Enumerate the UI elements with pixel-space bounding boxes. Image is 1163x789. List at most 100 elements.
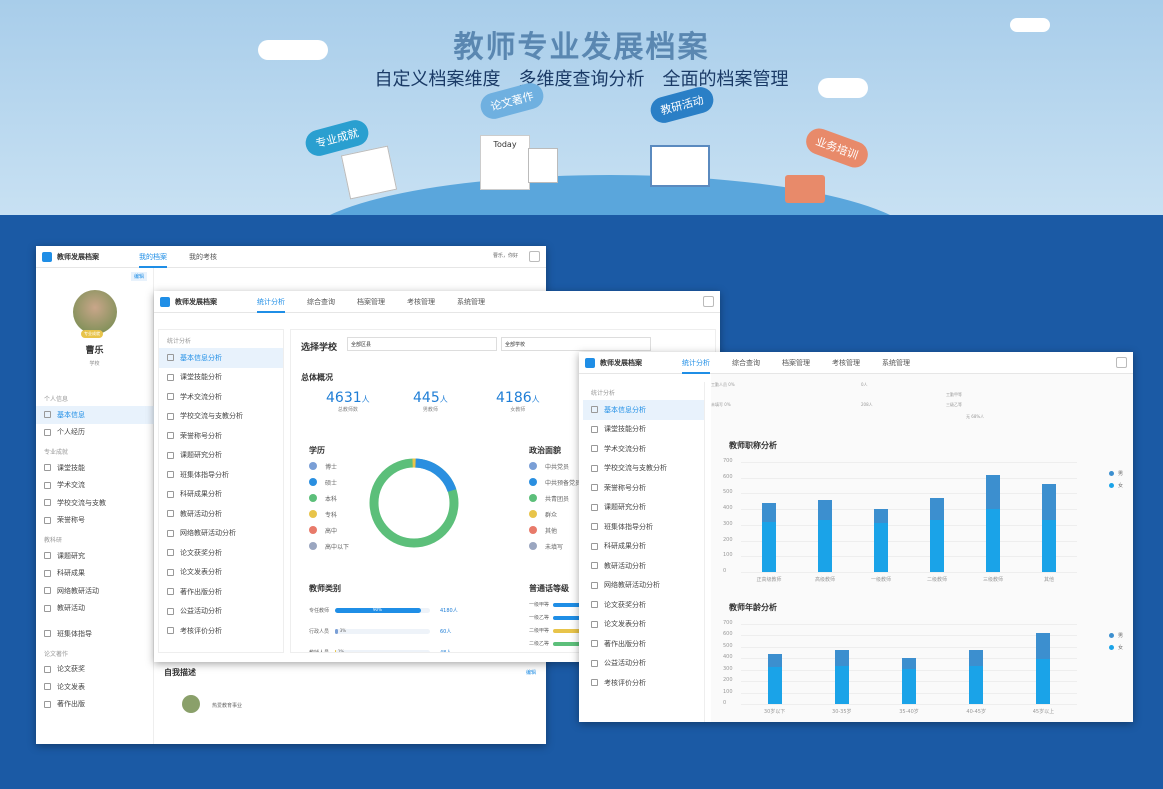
sidebar-item-icon [44, 499, 51, 507]
small-avatar [182, 695, 200, 713]
menu-item[interactable]: 基本信息分析 [159, 348, 283, 368]
sidebar-item[interactable]: 网络教研活动 [36, 582, 154, 600]
calendar-grid-icon [528, 148, 558, 183]
x-tick-label: 30岁以下 [763, 709, 786, 715]
sidebar-item[interactable]: 论文发表 [36, 678, 154, 696]
menu-item[interactable]: 网络教研活动分析 [583, 576, 704, 596]
legend-dot [529, 542, 537, 550]
sidebar-item[interactable]: 论文获奖 [36, 661, 154, 679]
menu-item-label: 论文发表分析 [180, 568, 222, 577]
legend-item: 高中以下 [309, 538, 349, 554]
tab-archive[interactable]: 档案管理 [357, 291, 385, 313]
menu-item-icon [591, 406, 598, 414]
menu-item[interactable]: 学校交流与支教分析 [583, 459, 704, 479]
menu-item[interactable]: 科研成果分析 [583, 537, 704, 557]
menu-item[interactable]: 班集体指导分析 [583, 517, 704, 537]
menu-item[interactable]: 著作出版分析 [159, 582, 283, 602]
legend-label: 博士 [325, 463, 338, 471]
sidebar-item[interactable]: 学校交流与支教 [36, 494, 154, 512]
menu-item[interactable]: 论文获奖分析 [583, 595, 704, 615]
menu-item-label: 教研活动分析 [180, 509, 222, 518]
legend-label: 共青团员 [545, 495, 570, 503]
menu-item-label: 基本信息分析 [604, 405, 646, 414]
menu-item[interactable]: 课堂技能分析 [583, 420, 704, 440]
bar-male [986, 474, 1000, 510]
tab-assessment[interactable]: 考核管理 [832, 352, 860, 374]
menu-item[interactable]: 著作出版分析 [583, 634, 704, 654]
menu-item[interactable]: 科研成果分析 [159, 485, 283, 505]
home-icon[interactable] [703, 296, 714, 307]
sidebar-item-icon [44, 665, 51, 673]
sidebar-item[interactable]: 基本信息 [36, 406, 154, 424]
grid-line [741, 540, 1077, 542]
legend-label: 未填写 [545, 543, 564, 551]
menu-item[interactable]: 教研活动分析 [583, 556, 704, 576]
menu-item[interactable]: 学术交流分析 [583, 439, 704, 459]
sidebar-item-icon [44, 604, 51, 612]
menu-item[interactable]: 论文发表分析 [583, 615, 704, 635]
kpi-label: 总教师数 [337, 407, 358, 413]
hero-banner: 教师专业发展档案 自定义档案维度 多维度查询分析 全面的档案管理 论文著作 教研… [0, 0, 1163, 215]
tab-query[interactable]: 综合查询 [307, 291, 335, 313]
sidebar-item[interactable]: 科研成果 [36, 565, 154, 583]
sidebar-item[interactable]: 个人经历 [36, 424, 154, 442]
politics-title: 政治面貌 [529, 446, 561, 455]
tab-statistics[interactable]: 统计分析 [257, 291, 285, 313]
school-select[interactable]: 全部学校 [501, 337, 651, 351]
tab-query[interactable]: 综合查询 [732, 352, 760, 374]
sidebar-item[interactable]: 班集体指导 [36, 625, 154, 643]
sidebar-item[interactable]: 荣誉称号 [36, 512, 154, 530]
legend-dot [309, 526, 317, 534]
tab-my-assessment[interactable]: 我的考核 [189, 246, 217, 268]
sidebar-item[interactable]: 学术交流 [36, 477, 154, 495]
sidebar-item[interactable]: 教研活动 [36, 600, 154, 618]
menu-item[interactable]: 公益活动分析 [159, 602, 283, 622]
menu-item-label: 网络教研活动分析 [604, 581, 660, 590]
menu-item[interactable]: 课堂技能分析 [159, 368, 283, 388]
tab-system[interactable]: 系统管理 [882, 352, 910, 374]
logo-icon [160, 296, 170, 307]
sidebar-item[interactable]: 著作出版 [36, 696, 154, 714]
menu-item[interactable]: 论文获奖分析 [159, 543, 283, 563]
menu-item[interactable]: 学校交流与支教分析 [159, 407, 283, 427]
menu-item[interactable]: 教研活动分析 [159, 504, 283, 524]
self-edit-link[interactable]: 编辑 [526, 669, 536, 676]
edit-tag[interactable]: 编辑 [130, 272, 147, 281]
sidebar-item-label: 班集体指导 [57, 629, 92, 638]
menu-item[interactable]: 基本信息分析 [583, 400, 704, 420]
menu-item[interactable]: 荣誉称号分析 [583, 478, 704, 498]
menu-item[interactable]: 论文发表分析 [159, 563, 283, 583]
sidebar-item-icon [44, 630, 51, 638]
menu-item[interactable]: 考核评价分析 [583, 673, 704, 693]
menu-item[interactable]: 公益活动分析 [583, 654, 704, 674]
home-icon[interactable] [529, 251, 540, 262]
menu-item[interactable]: 学术交流分析 [159, 387, 283, 407]
menu-item[interactable]: 课题研究分析 [583, 498, 704, 518]
home-icon[interactable] [1116, 357, 1127, 368]
tab-statistics[interactable]: 统计分析 [682, 352, 710, 374]
menu-item-label: 教研活动分析 [604, 561, 646, 570]
y-tick-label: 600 [723, 631, 733, 638]
bar-male [1042, 484, 1056, 521]
tab-system[interactable]: 系统管理 [457, 291, 485, 313]
menu-item[interactable]: 荣誉称号分析 [159, 426, 283, 446]
menu-item-icon [167, 354, 174, 362]
menu-item[interactable]: 考核评价分析 [159, 621, 283, 641]
tab-assessment[interactable]: 考核管理 [407, 291, 435, 313]
legend-label: 女 [1117, 645, 1123, 651]
menu-item[interactable]: 班集体指导分析 [159, 465, 283, 485]
bubble-training: 业务培训 [802, 124, 872, 172]
menu-item[interactable]: 课题研究分析 [159, 446, 283, 466]
menu-item[interactable]: 网络教研活动分析 [159, 524, 283, 544]
tab-archive[interactable]: 档案管理 [782, 352, 810, 374]
district-select[interactable]: 全部区县 [347, 337, 497, 351]
x-tick-label: 30-35岁 [832, 709, 852, 715]
sidebar-item[interactable]: 课题研究 [36, 547, 154, 565]
sidebar-item[interactable]: 课堂技能 [36, 459, 154, 477]
menu-item-label: 学校交流与支教分析 [180, 412, 243, 421]
user-greeting[interactable]: 曹乐，你好 [493, 252, 518, 259]
tab-my-profile[interactable]: 我的档案 [139, 246, 167, 268]
legend-label: 高中以下 [325, 543, 350, 551]
brand-name: 教师发展档案 [175, 297, 217, 306]
analysis-menu: 统计分析 基本信息分析 课堂技能分析 学术交流分析 学校交流与支教分析 荣誉称号分析 课题… [583, 382, 705, 722]
